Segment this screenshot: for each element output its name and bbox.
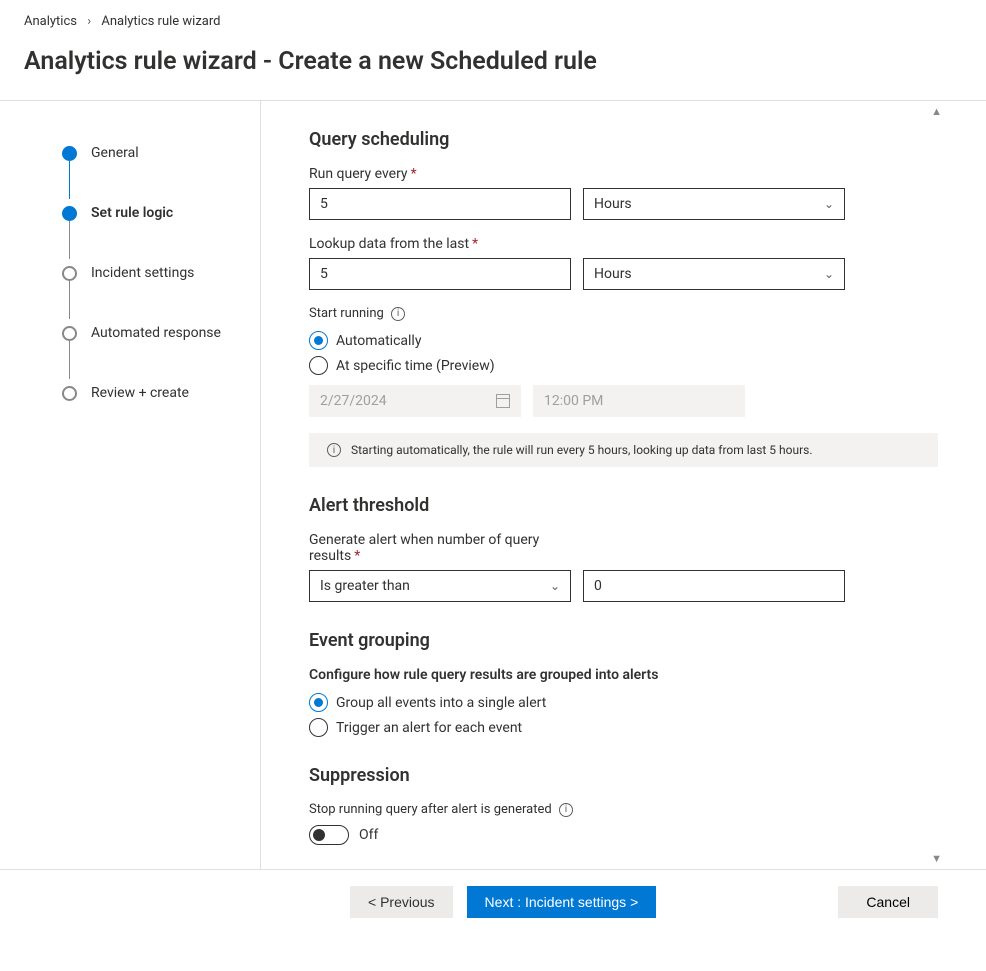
chevron-down-icon: ⌄ (550, 579, 560, 593)
step-automated-response[interactable]: Automated response (62, 321, 260, 345)
lookup-data-input[interactable]: 5 (309, 258, 571, 290)
radio-start-automatically[interactable]: Automatically (309, 331, 938, 350)
info-icon[interactable]: i (391, 307, 405, 321)
cancel-button[interactable]: Cancel (838, 886, 938, 918)
threshold-value-input[interactable]: 0 (583, 570, 845, 602)
step-general[interactable]: General (62, 141, 260, 165)
run-query-every-input[interactable]: 5 (309, 188, 571, 220)
step-incident-settings[interactable]: Incident settings (62, 261, 260, 285)
scheduling-info-banner: i Starting automatically, the rule will … (309, 433, 938, 467)
section-alert-threshold: Alert threshold (309, 495, 938, 516)
start-running-label: Start running i (309, 306, 938, 321)
step-dot-icon (62, 386, 77, 401)
chevron-down-icon: ⌄ (824, 197, 834, 211)
chevron-right-icon: › (87, 14, 91, 29)
radio-trigger-each-event[interactable]: Trigger an alert for each event (309, 718, 938, 737)
radio-group-single-alert[interactable]: Group all events into a single alert (309, 693, 938, 712)
suppression-toggle[interactable] (309, 825, 349, 845)
radio-start-specific-time[interactable]: At specific time (Preview) (309, 356, 938, 375)
step-dot-icon (62, 206, 77, 221)
step-review-create[interactable]: Review + create (62, 381, 260, 405)
step-set-rule-logic[interactable]: Set rule logic (62, 201, 260, 225)
threshold-operator-select[interactable]: Is greater than ⌄ (309, 570, 571, 602)
wizard-footer: < Previous Next : Incident settings > Ca… (0, 869, 986, 942)
wizard-steps: General Set rule logic Incident settings… (0, 101, 260, 869)
chevron-down-icon: ⌄ (824, 267, 834, 281)
suppression-label: Stop running query after alert is genera… (309, 802, 938, 817)
calendar-icon (496, 394, 510, 408)
info-icon[interactable]: i (559, 803, 573, 817)
alert-threshold-label: Generate alert when number of query resu… (309, 532, 559, 564)
step-dot-icon (62, 146, 77, 161)
page-title: Analytics rule wizard - Create a new Sch… (24, 47, 962, 76)
run-query-every-label: Run query every* (309, 166, 938, 182)
info-icon: i (327, 443, 341, 457)
previous-button[interactable]: < Previous (350, 886, 453, 918)
step-dot-icon (62, 326, 77, 341)
start-date-input: 2/27/2024 (309, 385, 521, 417)
breadcrumb-root[interactable]: Analytics (24, 14, 77, 29)
run-query-every-unit-select[interactable]: Hours ⌄ (583, 188, 845, 220)
lookup-data-label: Lookup data from the last* (309, 236, 938, 252)
breadcrumb: Analytics › Analytics rule wizard (24, 14, 962, 29)
section-query-scheduling: Query scheduling (309, 129, 938, 150)
event-grouping-desc: Configure how rule query results are gro… (309, 667, 938, 683)
next-button[interactable]: Next : Incident settings > (467, 886, 657, 918)
main-form-panel: Query scheduling Run query every* 5 Hour… (261, 101, 986, 869)
section-event-grouping: Event grouping (309, 630, 938, 651)
suppression-state: Off (359, 827, 378, 843)
lookup-data-unit-select[interactable]: Hours ⌄ (583, 258, 845, 290)
start-time-input: 12:00 PM (533, 385, 745, 417)
section-suppression: Suppression (309, 765, 938, 786)
breadcrumb-current: Analytics rule wizard (101, 14, 220, 29)
step-dot-icon (62, 266, 77, 281)
